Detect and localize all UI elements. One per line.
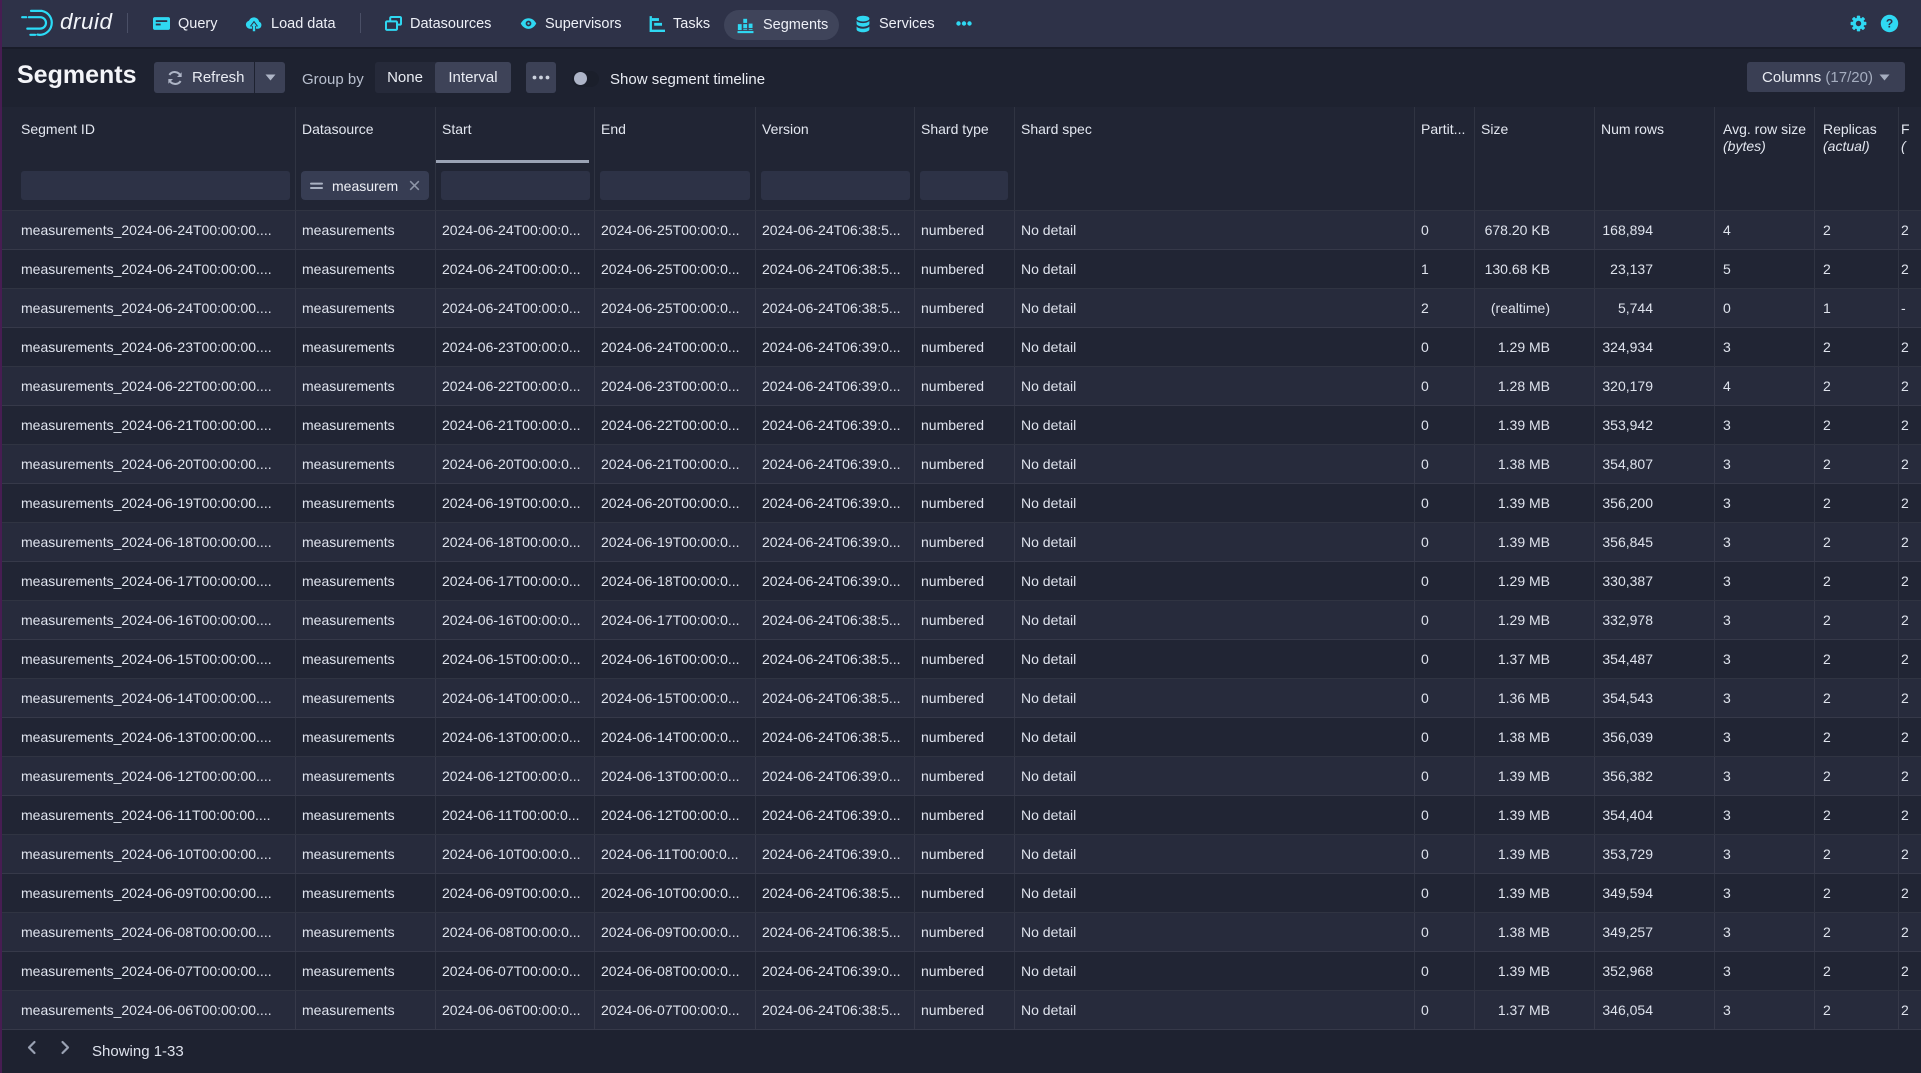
svg-text:?: ? (1886, 17, 1893, 31)
